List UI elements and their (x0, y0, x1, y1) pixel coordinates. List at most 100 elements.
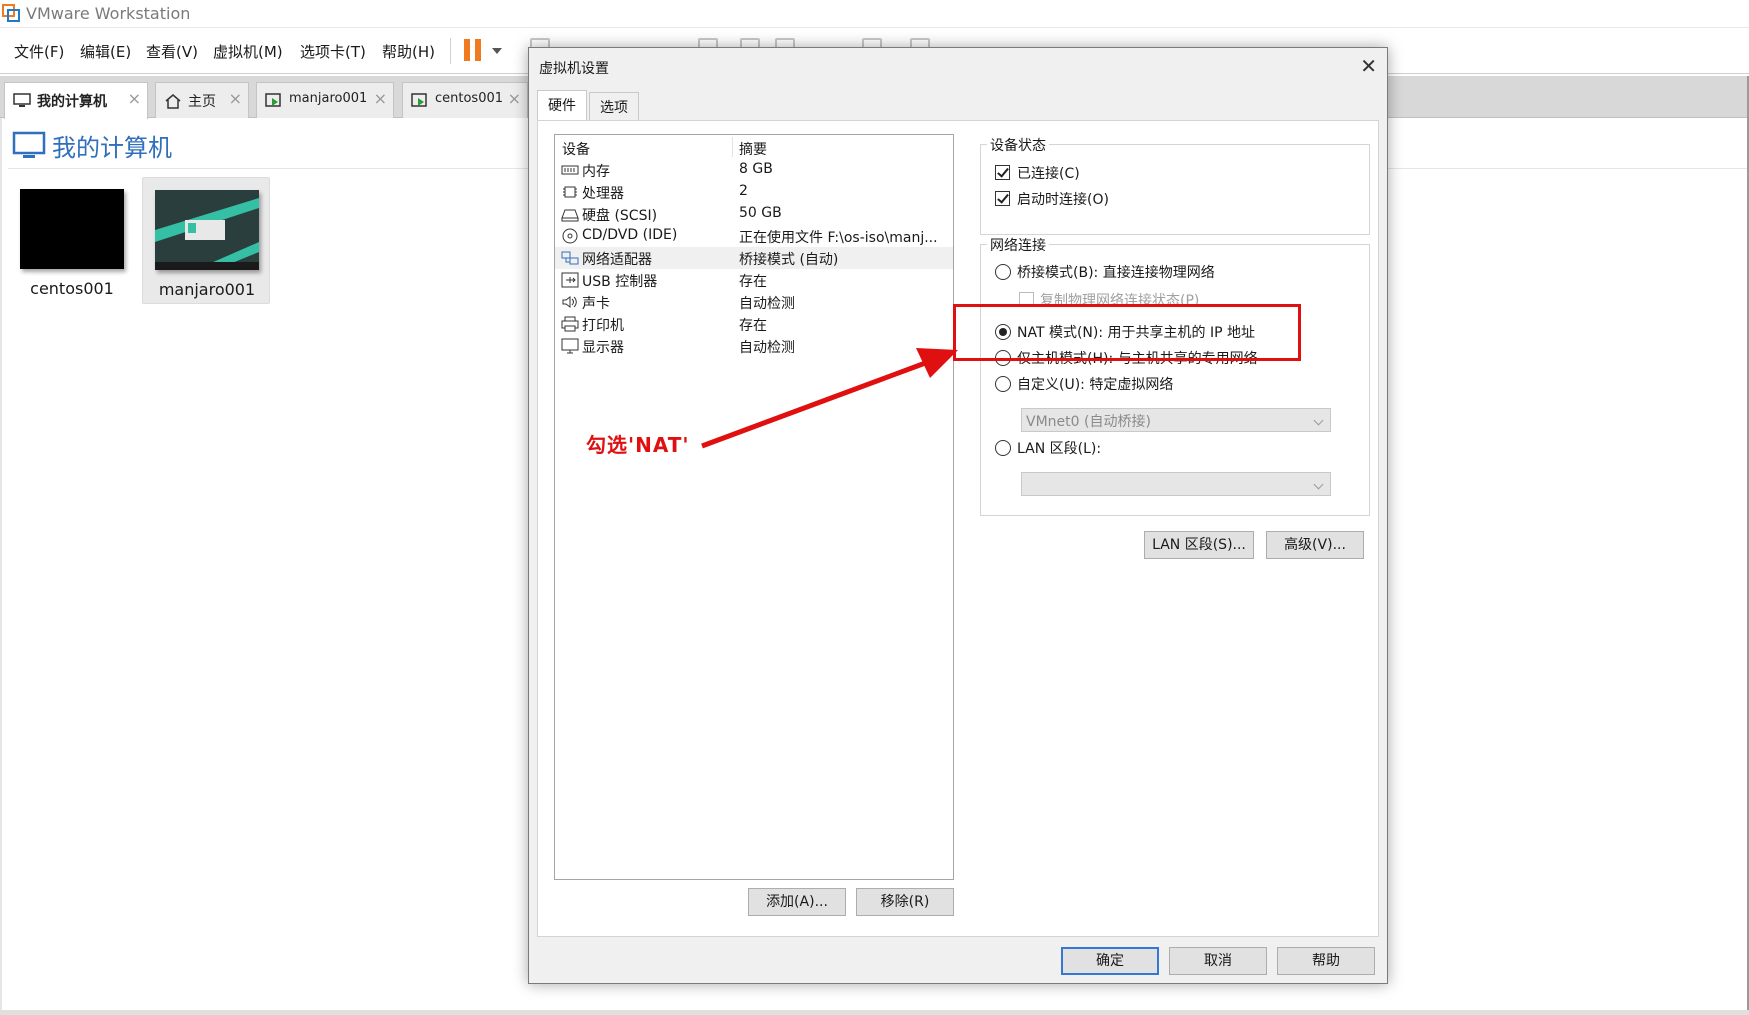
close-icon[interactable]: × (508, 89, 521, 108)
vm-screen-preview (20, 189, 124, 269)
tab-manjaro001[interactable]: manjaro001 × (256, 82, 394, 118)
menu-vm[interactable]: 虚拟机(M) (213, 41, 283, 62)
device-name: 处理器 (582, 186, 624, 202)
device-row-usb[interactable]: USB 控制器 存在 (555, 269, 953, 291)
ok-button[interactable]: 确定 (1061, 947, 1159, 975)
group-title: 网络连接 (987, 235, 1049, 255)
tab-options[interactable]: 选项 (589, 92, 639, 120)
device-row-hard-disk[interactable]: 硬盘 (SCSI) 50 GB (555, 203, 953, 225)
device-summary: 存在 (739, 274, 767, 290)
speaker-icon (562, 296, 577, 308)
device-row-memory[interactable]: 内存 8 GB (555, 159, 953, 181)
device-name: CD/DVD (IDE) (582, 227, 678, 243)
group-title: 设备状态 (987, 135, 1049, 155)
custom-radio[interactable] (995, 376, 1011, 392)
remove-device-button[interactable]: 移除(R) (856, 888, 954, 916)
close-icon[interactable]: × (374, 89, 387, 108)
vm-running-icon (411, 93, 427, 107)
device-row-processor[interactable]: 处理器 2 (555, 181, 953, 203)
add-device-button[interactable]: 添加(A)... (748, 888, 846, 916)
vm-thumbnail-manjaro001[interactable]: manjaro001 (142, 177, 270, 304)
computer-icon (13, 93, 31, 107)
hard-disk-icon (561, 209, 579, 222)
lan-segment-select[interactable] (1021, 472, 1331, 496)
vm-name: manjaro001 (158, 280, 256, 299)
monitor-icon (561, 338, 579, 354)
window-border (0, 1010, 1749, 1015)
pause-icon[interactable] (464, 39, 482, 61)
device-name: 网络适配器 (582, 252, 652, 268)
column-header-device[interactable]: 设备 (562, 139, 590, 159)
close-icon[interactable]: × (229, 89, 242, 108)
device-name: 打印机 (582, 318, 624, 334)
device-row-printer[interactable]: 打印机 存在 (555, 313, 953, 335)
chevron-down-icon (1313, 479, 1324, 490)
advanced-button[interactable]: 高级(V)... (1266, 531, 1364, 559)
device-list-header: 设备 摘要 (555, 135, 953, 159)
device-summary: 自动检测 (739, 296, 795, 312)
device-name: 内存 (582, 164, 610, 180)
device-list[interactable]: 设备 摘要 内存 8 GB 处理器 2 硬盘 (SCSI) 50 GB CD/D… (554, 134, 954, 880)
bridged-label[interactable]: 桥接模式(B): 直接连接物理网络 (1017, 262, 1215, 282)
tab-label: 主页 (188, 94, 216, 110)
printer-icon (561, 316, 579, 332)
annotation-label: 勾选'NAT' (586, 433, 690, 457)
connected-label[interactable]: 已连接(C) (1017, 163, 1080, 183)
device-summary: 正在使用文件 F:\os-iso\manj... (739, 230, 938, 246)
cpu-icon (563, 186, 577, 198)
device-summary: 桥接模式 (自动) (739, 252, 839, 268)
device-summary: 8 GB (739, 161, 773, 177)
select-value: VMnet0 (自动桥接) (1026, 414, 1151, 430)
vm-thumbnail-centos001[interactable]: centos001 (8, 177, 136, 304)
menu-edit[interactable]: 编辑(E) (80, 41, 131, 62)
tab-my-computer[interactable]: 我的计算机 × (4, 82, 148, 119)
connect-at-power-on-label[interactable]: 启动时连接(O) (1017, 189, 1109, 209)
vm-name: centos001 (30, 279, 114, 298)
menu-help[interactable]: 帮助(H) (382, 41, 435, 62)
column-separator[interactable] (732, 137, 733, 157)
device-row-cd-dvd[interactable]: CD/DVD (IDE) 正在使用文件 F:\os-iso\manj... (555, 225, 953, 247)
window-border (0, 118, 2, 1010)
lan-segment-label[interactable]: LAN 区段(L): (1017, 438, 1101, 458)
device-status-group: 设备状态 已连接(C) 启动时连接(O) (980, 135, 1370, 235)
dialog-title: 虚拟机设置 (539, 61, 609, 77)
annotation-highlight-box (953, 304, 1301, 361)
custom-network-select[interactable]: VMnet0 (自动桥接) (1021, 408, 1331, 432)
page-title: 我的计算机 (52, 134, 172, 162)
pause-dropdown-icon[interactable] (492, 48, 502, 54)
bridged-radio[interactable] (995, 264, 1011, 280)
connected-checkbox[interactable] (995, 165, 1010, 180)
device-summary: 50 GB (739, 205, 782, 221)
column-header-summary[interactable]: 摘要 (739, 139, 767, 159)
chevron-down-icon (1313, 415, 1324, 426)
network-adapter-icon (561, 251, 579, 265)
close-icon[interactable]: ✕ (1360, 54, 1377, 78)
menu-tabs[interactable]: 选项卡(T) (300, 41, 366, 62)
menu-view[interactable]: 查看(V) (146, 41, 198, 62)
vm-settings-dialog: 虚拟机设置 ✕ 硬件 选项 设备 摘要 内存 8 GB 处理器 2 硬盘 (SC… (528, 47, 1388, 984)
device-name: 硬盘 (SCSI) (582, 208, 658, 224)
network-connection-group: 网络连接 桥接模式(B): 直接连接物理网络 复制物理网络连接状态(P) NAT… (980, 235, 1370, 516)
tab-label: centos001 (435, 91, 504, 106)
tab-home[interactable]: 主页 × (155, 82, 249, 118)
cancel-button[interactable]: 取消 (1169, 947, 1267, 975)
device-summary: 2 (739, 183, 748, 199)
help-button[interactable]: 帮助 (1277, 947, 1375, 975)
usb-icon (561, 272, 579, 288)
lan-segment-radio[interactable] (995, 440, 1011, 456)
device-row-network-adapter[interactable]: 网络适配器 桥接模式 (自动) (555, 247, 953, 269)
menu-file[interactable]: 文件(F) (14, 41, 64, 62)
vm-running-icon (265, 93, 281, 107)
lan-segments-button[interactable]: LAN 区段(S)... (1144, 531, 1254, 559)
close-icon[interactable]: × (128, 89, 141, 108)
tab-label: 我的计算机 (37, 94, 107, 110)
device-row-sound-card[interactable]: 声卡 自动检测 (555, 291, 953, 313)
connect-at-power-on-checkbox[interactable] (995, 191, 1010, 206)
device-name: 显示器 (582, 340, 624, 356)
tab-hardware[interactable]: 硬件 (537, 90, 587, 120)
custom-label[interactable]: 自定义(U): 特定虚拟网络 (1017, 374, 1173, 394)
title-bar: VMware Workstation (0, 0, 1749, 28)
tab-centos001[interactable]: centos001 × (402, 82, 528, 118)
annotation-arrow-icon (701, 348, 958, 449)
device-summary: 存在 (739, 318, 767, 334)
